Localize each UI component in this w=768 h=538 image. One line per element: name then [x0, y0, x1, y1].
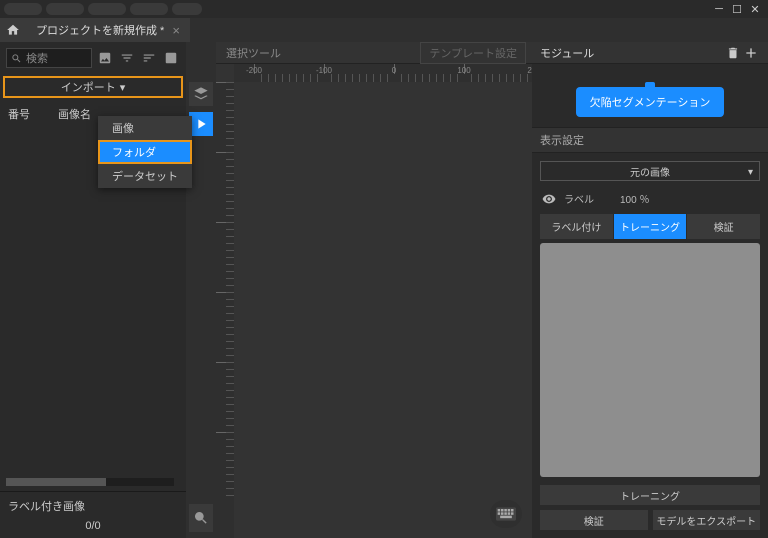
layers-tool-icon[interactable] [189, 82, 213, 106]
ruler-horizontal: -200-1000100200 [234, 64, 532, 82]
canvas-topbar: 選択ツール テンプレート設定 [216, 42, 532, 64]
pointer-tool-icon[interactable] [189, 112, 213, 136]
module-connector[interactable] [645, 82, 655, 92]
import-button[interactable]: インポート ▾ [3, 76, 183, 98]
close-button[interactable]: ✕ [746, 0, 764, 18]
delete-module-icon[interactable] [724, 44, 742, 62]
labeled-images-count: 0/0 [8, 520, 178, 532]
titlebar: ─ ☐ ✕ [0, 0, 768, 18]
module-graph: 欠陥セグメンテーション [532, 64, 768, 127]
percent-value: 100 ％ [620, 191, 649, 206]
display-dropdown[interactable]: 元の画像 ▾ [540, 161, 760, 181]
col-imagename: 画像名 [58, 106, 91, 122]
sort-icon[interactable] [140, 49, 158, 67]
left-panel: 検索 インポート ▾ 番号 画像名 画像 フォルダ データセット ラベル付き画像… [0, 42, 186, 538]
search-input[interactable]: 検索 [6, 48, 92, 68]
tab-training[interactable]: トレーニング [614, 214, 688, 239]
canvas-area[interactable]: 選択ツール テンプレート設定 -200-1000100200 [216, 42, 532, 538]
label-text: ラベル [564, 191, 594, 206]
verify-button[interactable]: 検証 [540, 510, 648, 530]
image-toggle-icon[interactable] [96, 49, 114, 67]
import-menu-dataset[interactable]: データセット [98, 164, 192, 188]
eye-icon[interactable] [542, 192, 556, 206]
import-label: インポート [61, 79, 116, 95]
titlebar-pills [4, 3, 202, 15]
module-header: モジュール [532, 42, 768, 64]
dropdown-caret-icon: ▾ [120, 81, 126, 94]
dropdown-caret-icon: ▾ [748, 167, 753, 178]
right-tabs: ラベル付け トレーニング 検証 [540, 214, 760, 239]
search-placeholder: 検索 [26, 50, 48, 66]
project-tab[interactable]: プロジェクトを新規作成 * × [26, 18, 190, 42]
h-scrollbar[interactable] [6, 478, 174, 486]
label-visibility-row: ラベル 100 ％ [532, 189, 768, 214]
tab-validation[interactable]: 検証 [687, 214, 760, 239]
zoom-tool-icon[interactable] [189, 504, 213, 532]
import-menu-image[interactable]: 画像 [98, 116, 192, 140]
import-menu: 画像 フォルダ データセット [98, 116, 192, 188]
template-settings-button[interactable]: テンプレート設定 [420, 42, 526, 64]
import-menu-folder[interactable]: フォルダ [98, 140, 192, 164]
module-title: モジュール [540, 45, 594, 61]
labeled-images-label: ラベル付き画像 [8, 498, 178, 514]
training-area [540, 243, 760, 477]
close-tab-icon[interactable]: × [172, 23, 180, 38]
select-icon[interactable] [162, 49, 180, 67]
project-bar: プロジェクトを新規作成 * × [0, 18, 768, 42]
minimize-button[interactable]: ─ [710, 0, 728, 18]
filter-icon[interactable] [118, 49, 136, 67]
ruler-vertical [216, 82, 234, 538]
display-settings-header: 表示設定 [532, 127, 768, 153]
display-dropdown-value: 元の画像 [630, 164, 670, 179]
col-number: 番号 [8, 106, 30, 122]
add-module-icon[interactable] [742, 44, 760, 62]
select-tool-label: 選択ツール [216, 45, 291, 61]
left-footer: ラベル付き画像 0/0 [0, 491, 186, 538]
right-panel: モジュール 欠陥セグメンテーション 表示設定 元の画像 ▾ ラベル 100 ％ … [532, 42, 768, 538]
export-model-button[interactable]: モデルをエクスポート [653, 510, 761, 530]
tab-labeling[interactable]: ラベル付け [540, 214, 614, 239]
project-tab-label: プロジェクトを新規作成 * [36, 22, 164, 38]
keyboard-icon[interactable] [490, 500, 522, 528]
maximize-button[interactable]: ☐ [728, 0, 746, 18]
home-button[interactable] [0, 18, 26, 42]
training-button[interactable]: トレーニング [540, 485, 760, 505]
